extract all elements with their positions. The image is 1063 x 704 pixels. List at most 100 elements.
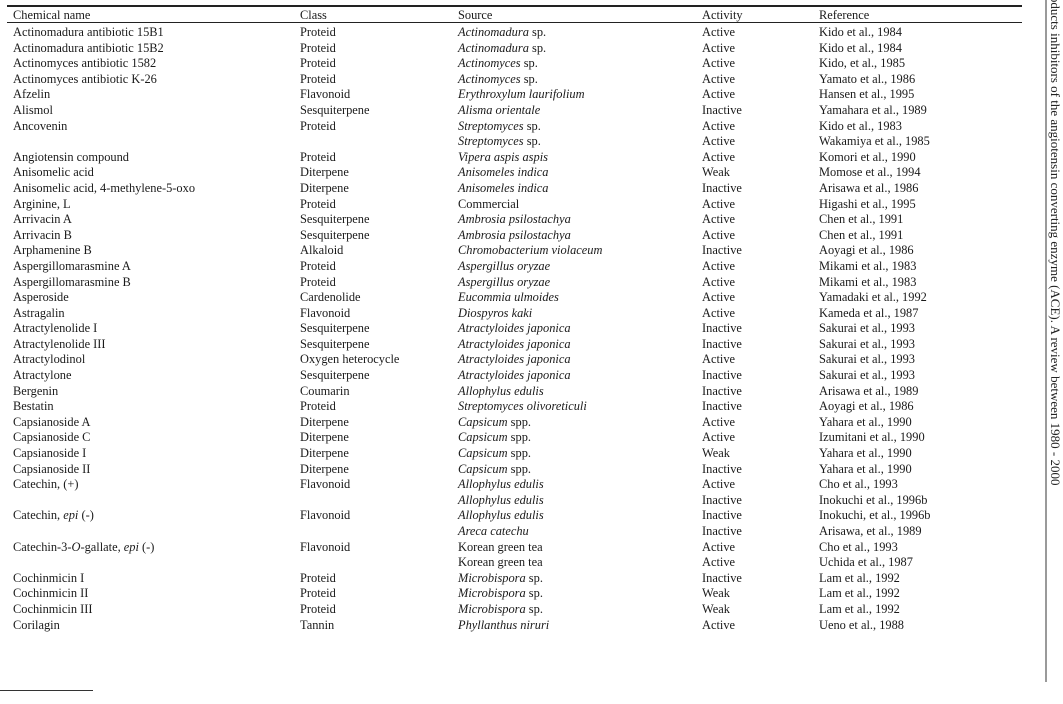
- cell-source: Aspergillus oryzae: [452, 259, 696, 275]
- cell-source: Diospyros kaki: [452, 306, 696, 322]
- cell-reference: Yahara et al., 1990: [819, 414, 912, 429]
- source-species: Capsicum: [458, 430, 508, 445]
- cell-chemical-name: [7, 493, 294, 509]
- table-row: Catechin-3-O-gallate, epi (-) Flavonoid Ko…: [7, 540, 1022, 556]
- source-species: Atractyloides japonica: [458, 321, 571, 336]
- cell-chemical-name: Aspergillomarasmine A: [13, 258, 131, 273]
- header-reference: Reference: [819, 8, 870, 22]
- header-chemical-name: Chemical name: [13, 8, 91, 22]
- cell-source: Phyllanthus niruri: [452, 618, 696, 634]
- table-row: Actinomadura antibiotic 15B2 Proteid Actin…: [7, 41, 1022, 57]
- source-species: Areca catechu: [458, 524, 529, 538]
- cell-chemical-name: Actinomadura antibiotic 15B2: [13, 40, 164, 55]
- cell-class: [294, 524, 452, 540]
- cell-class: [294, 555, 452, 571]
- cell-activity: Active: [702, 25, 736, 39]
- cell-chemical-name: Anisomelic acid: [13, 165, 94, 180]
- source-qualifier: Korean green tea: [458, 555, 543, 570]
- cell-reference: Cho et al., 1993: [819, 477, 898, 492]
- cell-activity: Active: [702, 134, 736, 149]
- cell-activity: Active: [702, 40, 736, 55]
- cell-source: Anisomeles indica: [452, 181, 696, 197]
- source-species: Atractyloides japonica: [458, 368, 571, 383]
- source-qualifier: sp.: [523, 134, 541, 149]
- source-species: Microbispora: [458, 570, 526, 585]
- running-header: tural products inhibitors of the angiote…: [1048, 0, 1063, 486]
- cell-class: Proteid: [300, 40, 336, 55]
- cell-activity: Active: [702, 212, 736, 227]
- cell-source: Ambrosia psilostachya: [452, 212, 696, 228]
- cell-reference: Mikami et al., 1983: [819, 274, 917, 289]
- cell-activity: Inactive: [702, 368, 742, 383]
- cell-activity: Inactive: [702, 336, 742, 351]
- cell-chemical-name: Catechin, epi (-): [7, 508, 294, 524]
- cell-source: Allophylus edulis: [452, 493, 696, 509]
- cell-class: [294, 493, 452, 509]
- cell-chemical-name: Actinomyces antibiotic K-26: [13, 71, 157, 86]
- cell-reference: Izumitani et al., 1990: [819, 430, 925, 445]
- table-row: Capsianoside C Diterpene Capsicum spp. Acti…: [7, 430, 1022, 446]
- cell-source: Capsicum spp.: [452, 462, 696, 478]
- cell-reference: Lam et al., 1992: [819, 601, 900, 616]
- cell-activity: Active: [702, 539, 736, 554]
- cell-activity: Inactive: [702, 461, 742, 476]
- cell-chemical-name: Capsianoside C: [13, 430, 91, 445]
- cell-reference: Yamato et al., 1986: [819, 71, 916, 86]
- cell-source: Vipera aspis aspis: [452, 150, 696, 166]
- cell-chemical-name: Capsianoside A: [13, 414, 91, 429]
- table-row: Korean green tea Active Uchida et al., 198…: [7, 555, 1022, 571]
- cell-source: Erythroxylum laurifolium: [452, 87, 696, 103]
- table-row: Allophylus edulis Inactive Inokuchi et al.…: [7, 493, 1022, 509]
- table-row: Capsianoside I Diterpene Capsicum spp. Weak…: [7, 446, 1022, 462]
- cell-source: Allophylus edulis: [452, 508, 696, 524]
- table-row: Actinomadura antibiotic 15B1 Proteid Actin…: [7, 23, 1022, 41]
- cell-reference: Yahara et al., 1990: [819, 446, 912, 461]
- cell-class: Sesquiterpene: [300, 321, 370, 336]
- cell-source: Streptomyces sp.: [452, 119, 696, 135]
- cell-reference: Wakamiya et al., 1985: [819, 134, 930, 149]
- cell-chemical-name: Actinomadura antibiotic 15B1: [13, 25, 164, 39]
- source-species: Actinomyces: [458, 71, 521, 86]
- cell-reference: Yamahara et al., 1989: [819, 102, 927, 117]
- cell-reference: Aoyagi et al., 1986: [819, 243, 914, 258]
- cell-source: Korean green tea: [452, 540, 696, 556]
- table-row: Cochinmicin I Proteid Microbispora sp. Inac…: [7, 571, 1022, 587]
- source-species: Aspergillus oryzae: [458, 258, 551, 273]
- cell-activity: Active: [702, 290, 736, 305]
- source-species: Eucommia ulmoides: [458, 290, 559, 305]
- source-species: Actinomadura: [458, 25, 529, 39]
- source-qualifier: sp.: [525, 601, 543, 616]
- cell-source: Microbispora sp.: [452, 586, 696, 602]
- cell-reference: Aoyagi et al., 1986: [819, 399, 914, 414]
- cell-reference: Kido et al., 1983: [819, 118, 902, 133]
- table-row: Anisomelic acid, 4-methylene-5-oxo Diterp…: [7, 181, 1022, 197]
- table-row: Cochinmicin II Proteid Microbispora sp. Wea…: [7, 586, 1022, 602]
- cell-source: Capsicum spp.: [452, 415, 696, 431]
- cell-chemical-name: Cochinmicin II: [13, 586, 89, 601]
- source-species: Capsicum: [458, 446, 508, 461]
- table-row: Arphamenine B Alkaloid Chromobacterium vio…: [7, 243, 1022, 259]
- cell-class: Proteid: [300, 149, 336, 164]
- cell-source: Streptomyces olivoreticuli: [452, 399, 696, 415]
- cell-source: Actinomyces sp.: [452, 56, 696, 72]
- table-body: Actinomadura antibiotic 15B1 Proteid Actin…: [7, 23, 1022, 633]
- cell-reference: Inokuchi et al., 1996b: [819, 492, 928, 507]
- cell-class: Diterpene: [300, 165, 349, 180]
- source-species: Erythroxylum laurifolium: [458, 87, 585, 102]
- cell-source: Microbispora sp.: [452, 602, 696, 618]
- cell-chemical-name: Afzelin: [13, 87, 51, 102]
- cell-source: Chromobacterium violaceum: [452, 243, 696, 259]
- table-row: Arrivacin A Sesquiterpene Ambrosia psilost…: [7, 212, 1022, 228]
- table-row: Angiotensin compound Proteid Vipera aspis …: [7, 150, 1022, 166]
- source-qualifier: spp.: [507, 430, 531, 445]
- table-row: Atractylenolide III Sesquiterpene Atractyl…: [7, 337, 1022, 353]
- cell-source: Capsicum spp.: [452, 446, 696, 462]
- source-species: Alisma orientale: [458, 102, 541, 117]
- source-species: Allophylus edulis: [458, 508, 544, 523]
- source-species: Ambrosia psilostachya: [458, 227, 571, 242]
- cell-class: Tannin: [300, 617, 335, 632]
- cell-activity: Weak: [702, 586, 730, 601]
- cell-chemical-name: Corilagin: [13, 617, 60, 632]
- cell-class: Proteid: [300, 586, 336, 601]
- source-qualifier: sp.: [525, 586, 543, 601]
